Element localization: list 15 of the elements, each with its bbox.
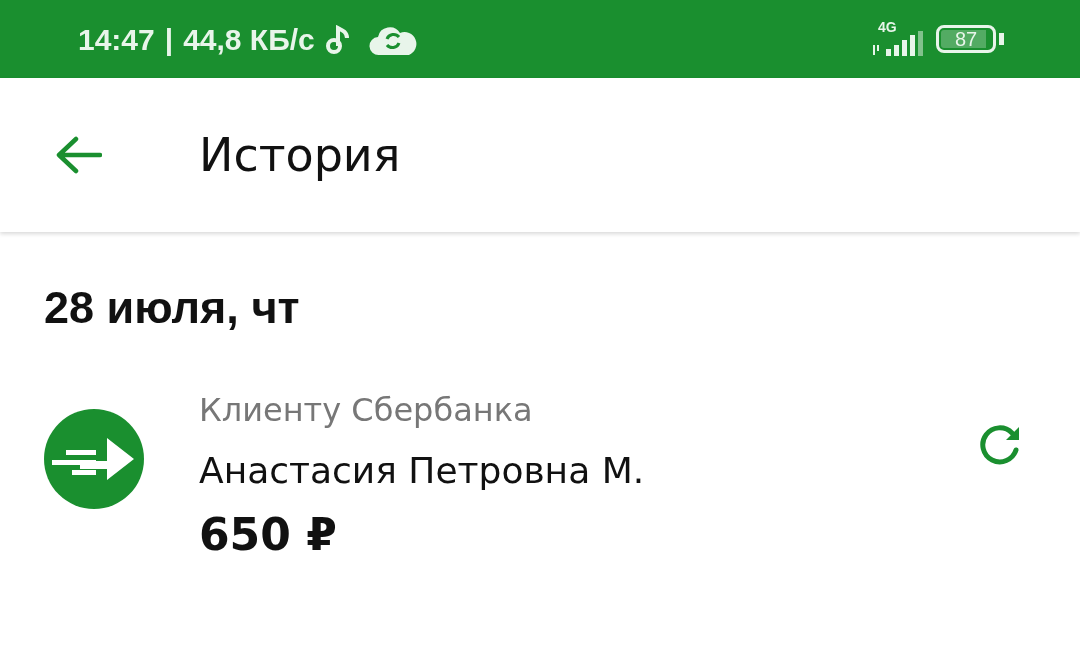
screen-title: История (199, 128, 401, 182)
amount: 650 ₽ (199, 508, 338, 562)
transfer-icon (44, 409, 144, 509)
recipient-name: Анастасия Петровна М. (199, 449, 646, 493)
date-heading: 28 июля, чт (44, 281, 301, 335)
clock: 14:47 (78, 23, 155, 57)
battery-indicator: 87 (936, 25, 996, 53)
operation-category: Клиенту Сбербанка (199, 390, 534, 430)
music-note-icon (324, 25, 351, 55)
separator: | (164, 23, 174, 57)
signal-icon (872, 31, 924, 57)
back-button[interactable] (54, 135, 102, 175)
battery-tip-icon (999, 33, 1004, 45)
network-speed: 44,8 КБ/с (183, 23, 315, 57)
network-type: 4G (878, 19, 897, 35)
